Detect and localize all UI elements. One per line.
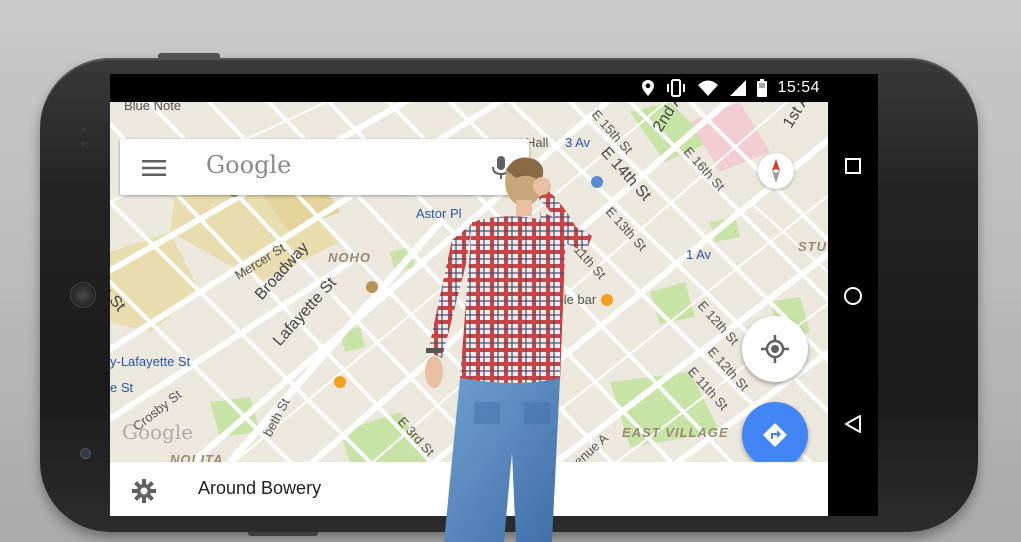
map-label-hall: Hall bbox=[526, 135, 549, 150]
recents-icon[interactable] bbox=[845, 158, 861, 174]
status-bar: 15:54 bbox=[110, 74, 828, 102]
search-input[interactable]: Google bbox=[206, 151, 291, 179]
map-label-e-st: e St bbox=[110, 380, 134, 395]
home-icon[interactable] bbox=[843, 286, 863, 306]
compass-button[interactable] bbox=[758, 153, 794, 189]
vibrate-icon bbox=[667, 79, 686, 97]
sensor-dot bbox=[81, 128, 85, 132]
location-icon bbox=[642, 80, 655, 96]
google-watermark: Google bbox=[122, 420, 194, 444]
phone-speaker bbox=[70, 282, 96, 308]
status-time: 15:54 bbox=[777, 79, 820, 96]
map-label-1-av: 1 Av bbox=[686, 247, 712, 262]
directions-button[interactable] bbox=[742, 402, 808, 462]
map-label-blue-note: Blue Note bbox=[124, 102, 182, 113]
back-icon[interactable] bbox=[843, 414, 863, 434]
battery-icon bbox=[757, 79, 768, 97]
map-label-bleecker-lafayette: y-Lafayette St bbox=[110, 354, 191, 369]
gear-icon[interactable] bbox=[132, 479, 156, 503]
map-label-stuy: STUY bbox=[798, 239, 828, 254]
location-label: Around Bowery bbox=[198, 478, 322, 498]
wifi-icon bbox=[698, 80, 719, 96]
map-label-east-village: EAST VILLAGE bbox=[622, 425, 729, 440]
person-illustration bbox=[425, 157, 592, 542]
map-label-nolita: NOLITA bbox=[170, 452, 224, 462]
crosshair-icon bbox=[761, 335, 789, 363]
navigation-bar bbox=[828, 74, 878, 516]
sensor-dot bbox=[81, 142, 85, 146]
my-location-button[interactable] bbox=[742, 316, 808, 382]
signal-icon bbox=[730, 80, 747, 96]
map-label-3-av: 3 Av bbox=[565, 135, 591, 150]
directions-icon bbox=[763, 423, 787, 447]
phone-camera bbox=[80, 448, 91, 459]
compass-icon bbox=[772, 159, 780, 183]
menu-icon[interactable] bbox=[142, 159, 166, 177]
map-label-noho: NOHO bbox=[328, 250, 371, 265]
